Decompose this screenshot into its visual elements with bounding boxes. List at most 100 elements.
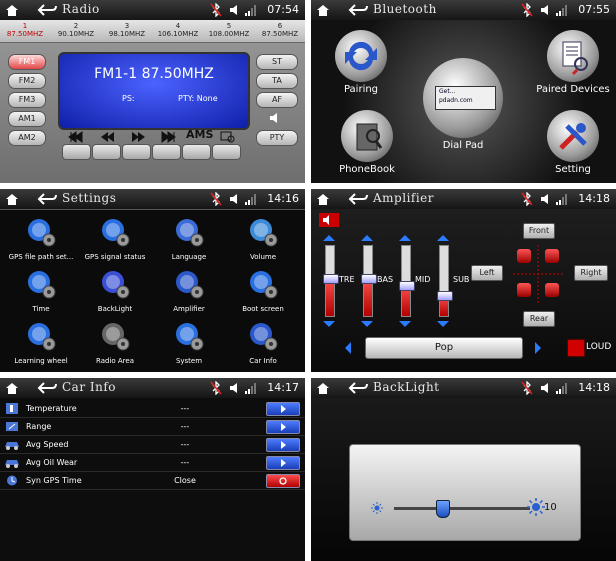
preset-5[interactable]: 5 108.00MHZ: [204, 20, 254, 42]
rear-button[interactable]: Rear: [523, 311, 555, 327]
settings-item[interactable]: Boot screen: [228, 267, 298, 313]
radio-body: 1 87.50MHZ 2 90.10MHZ 3 98.10MHZ 4 106.10MHZ…: [0, 20, 305, 183]
eq-slider-handle[interactable]: [437, 291, 453, 301]
slider-down-icon[interactable]: [437, 321, 449, 327]
preset-3[interactable]: 3 98.10MHZ: [102, 20, 152, 42]
setting-icon: [547, 110, 599, 162]
settings-item[interactable]: Learning wheel: [6, 319, 76, 365]
preset-next-icon[interactable]: [533, 341, 543, 355]
front-button[interactable]: Front: [523, 223, 555, 239]
paired-devices-button[interactable]: Paired Devices: [531, 30, 615, 95]
tab-2[interactable]: [92, 144, 121, 160]
page-title: Settings: [62, 191, 117, 205]
preset-6[interactable]: 6 87.50MHZ: [255, 20, 305, 42]
af-button[interactable]: AF: [256, 92, 298, 108]
brightness-slider-handle[interactable]: [435, 500, 450, 518]
home-icon[interactable]: [315, 381, 331, 395]
preset-prev-icon[interactable]: [343, 341, 353, 355]
preset-1[interactable]: 1 87.50MHZ: [0, 20, 50, 42]
settings-item[interactable]: GPS signal status: [80, 215, 150, 261]
slider-up-icon[interactable]: [361, 235, 373, 241]
phonebook-button[interactable]: PhoneBook: [329, 110, 405, 175]
arrow-button[interactable]: [266, 456, 300, 470]
arrow-button[interactable]: [266, 438, 300, 452]
tab-3[interactable]: [122, 144, 151, 160]
toggle-button[interactable]: [266, 474, 300, 488]
band-am1-button[interactable]: AM1: [8, 111, 46, 127]
arrow-button[interactable]: [266, 402, 300, 416]
settings-item[interactable]: Amplifier: [154, 267, 224, 313]
list-item[interactable]: Avg Oil Wear ---: [0, 454, 305, 472]
eq-slider-handle[interactable]: [399, 280, 415, 291]
band-fm1-button[interactable]: FM1: [8, 54, 46, 70]
back-icon[interactable]: [36, 191, 58, 207]
slider-down-icon[interactable]: [399, 321, 411, 327]
preset-number: 3: [124, 22, 130, 30]
pty-button[interactable]: PTY: [256, 130, 298, 146]
eq-slider-handle[interactable]: [323, 273, 339, 284]
backlight-control: 10: [349, 444, 581, 541]
loud-toggle[interactable]: [567, 339, 585, 357]
dial-pad-button[interactable]: Get... pdadn.com Dial Pad: [413, 58, 513, 151]
row-value: Close: [174, 476, 196, 485]
home-icon[interactable]: [4, 381, 20, 395]
eq-slider-track[interactable]: [361, 245, 377, 317]
seat-layout[interactable]: [507, 243, 569, 307]
list-item[interactable]: Avg Speed ---: [0, 436, 305, 454]
settings-item[interactable]: Language: [154, 215, 224, 261]
volume-icon[interactable]: [268, 111, 282, 125]
settings-item[interactable]: System: [154, 319, 224, 365]
band-am2-button[interactable]: AM2: [8, 130, 46, 146]
eq-slider-track[interactable]: [437, 245, 453, 317]
band-fm2-button[interactable]: FM2: [8, 73, 46, 89]
st-button[interactable]: ST: [256, 54, 298, 70]
home-icon[interactable]: [315, 192, 331, 206]
slider-down-icon[interactable]: [361, 321, 373, 327]
arrow-button[interactable]: [266, 420, 300, 434]
settings-item[interactable]: Car Info: [228, 319, 298, 365]
tab-6[interactable]: [212, 144, 241, 160]
mute-icon[interactable]: [319, 213, 339, 227]
tab-4[interactable]: [152, 144, 181, 160]
preset-4[interactable]: 4 106.10MHZ: [153, 20, 203, 42]
right-button[interactable]: Right: [574, 265, 608, 281]
back-icon[interactable]: [36, 380, 58, 396]
slider-down-icon[interactable]: [323, 321, 335, 327]
tab-1[interactable]: [62, 144, 91, 160]
settings-item[interactable]: Radio Area: [80, 319, 150, 365]
band-fm3-button[interactable]: FM3: [8, 92, 46, 108]
back-icon[interactable]: [347, 191, 369, 207]
list-item[interactable]: Range ---: [0, 418, 305, 436]
back-icon[interactable]: [347, 2, 369, 18]
amplifier-panel: Amplifier 14:18 TRE BAS MID SUB Front Left …: [311, 189, 616, 372]
tab-5[interactable]: [182, 144, 211, 160]
brightness-track[interactable]: [394, 507, 530, 510]
settings-item[interactable]: Time: [6, 267, 76, 313]
eq-slider-track[interactable]: [323, 245, 339, 317]
slider-up-icon[interactable]: [399, 235, 411, 241]
list-item[interactable]: Temperature ---: [0, 400, 305, 418]
settings-item[interactable]: Volume: [228, 215, 298, 261]
preset-2[interactable]: 2 90.10MHZ: [51, 20, 101, 42]
eq-slider-handle[interactable]: [361, 273, 377, 284]
settings-item-label: GPS file path set...: [8, 253, 74, 261]
home-icon[interactable]: [4, 192, 20, 206]
volume-icon: [230, 5, 237, 15]
settings-item-label: GPS signal status: [84, 253, 146, 261]
back-icon[interactable]: [36, 2, 58, 18]
pairing-button[interactable]: Pairing: [321, 30, 401, 95]
ta-button[interactable]: TA: [256, 73, 298, 89]
home-icon[interactable]: [4, 3, 20, 17]
list-item[interactable]: Syn GPS Time Close: [0, 472, 305, 490]
settings-item[interactable]: GPS file path set...: [6, 215, 76, 261]
settings-item[interactable]: BackLight: [80, 267, 150, 313]
car-oil-icon: [5, 460, 19, 468]
home-icon[interactable]: [315, 3, 331, 17]
brightness-low-icon: [371, 502, 383, 514]
eq-slider-track[interactable]: [399, 245, 415, 317]
setting-button[interactable]: Setting: [533, 110, 613, 175]
left-button[interactable]: Left: [471, 265, 503, 281]
back-icon[interactable]: [347, 380, 369, 396]
slider-up-icon[interactable]: [437, 235, 449, 241]
slider-up-icon[interactable]: [323, 235, 335, 241]
